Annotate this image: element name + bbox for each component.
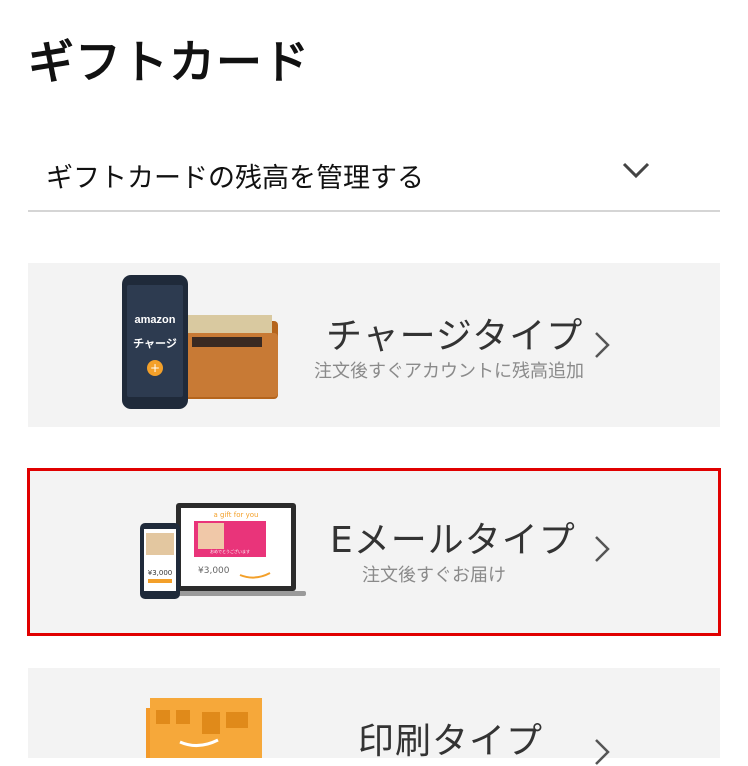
phone-brand-text: amazon (135, 314, 176, 326)
card-title: Eメールタイプ (330, 520, 576, 561)
charge-illustration: amazon チャージ + (122, 275, 278, 409)
chevron-down-icon (622, 162, 650, 179)
laptop-price: ¥3,000 (198, 566, 230, 576)
card-title: チャージタイプ (326, 316, 584, 357)
card-subtitle: 注文後すぐお届け (362, 565, 506, 586)
chevron-right-icon (595, 739, 610, 765)
svg-text:+: + (150, 361, 160, 375)
print-type-card[interactable]: 印刷タイプ (28, 668, 720, 765)
svg-text:おめでとうございます: おめでとうございます (210, 548, 250, 554)
phone-price: ¥3,000 (148, 569, 173, 577)
print-illustration (146, 698, 262, 758)
email-illustration: a gift for you おめでとうございます ¥3,000 ¥3,000 (140, 503, 306, 599)
manage-balance-accordion[interactable]: ギフトカードの残高を管理する (28, 142, 720, 212)
phone-charge-text: チャージ (133, 337, 177, 350)
accordion-label: ギフトカードの残高を管理する (46, 163, 424, 194)
email-type-card[interactable]: a gift for you おめでとうございます ¥3,000 ¥3,000 … (27, 468, 721, 636)
chevron-right-icon (595, 332, 610, 358)
gift-tagline: a gift for you (214, 511, 259, 519)
card-subtitle: 注文後すぐアカウントに残高追加 (314, 361, 584, 382)
chevron-right-icon (595, 536, 610, 562)
card-title: 印刷タイプ (358, 721, 544, 762)
charge-type-card[interactable]: amazon チャージ + チャージタイプ 注文後すぐアカウントに残高追加 (28, 263, 720, 427)
page-title: ギフトカード (28, 35, 310, 89)
